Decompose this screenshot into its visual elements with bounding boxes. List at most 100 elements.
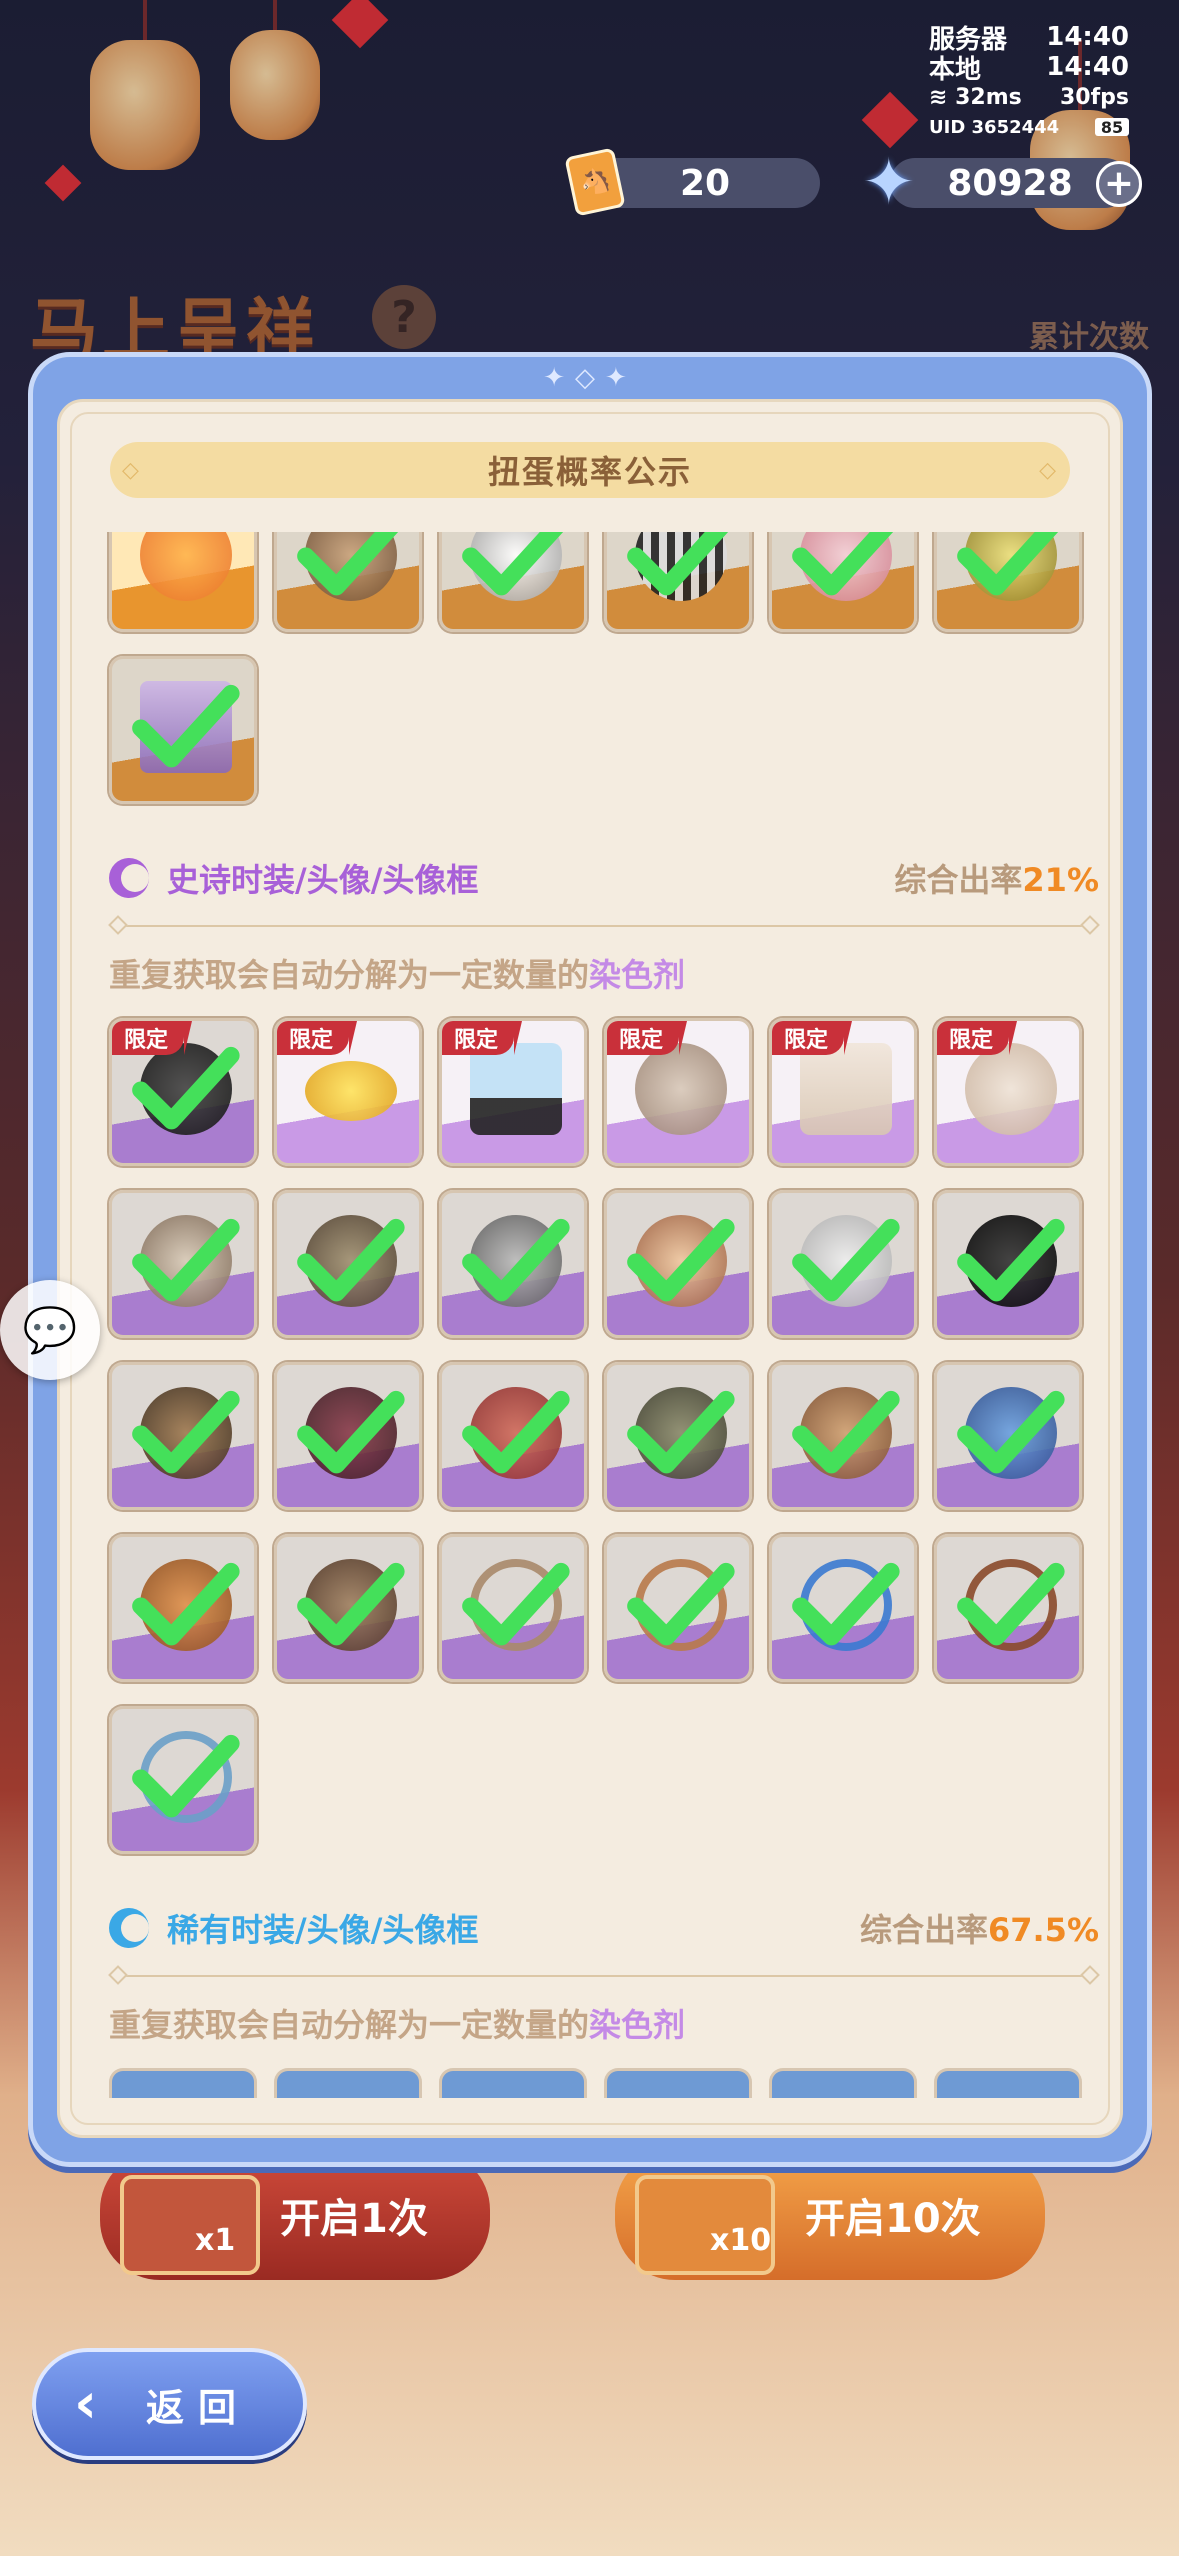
reward-card[interactable] bbox=[604, 2068, 752, 2098]
limited-badge: 限定 bbox=[937, 1021, 1018, 1055]
reward-card[interactable] bbox=[934, 1534, 1082, 1682]
wifi-icon: ≋ bbox=[929, 84, 956, 110]
reward-card[interactable] bbox=[769, 1190, 917, 1338]
ticket-count: 20 bbox=[679, 162, 731, 204]
help-icon[interactable]: ? bbox=[372, 285, 436, 349]
check-icon bbox=[792, 1218, 900, 1302]
bear-head-item bbox=[635, 1043, 727, 1135]
cumulative-count-label: 累计次数 bbox=[1029, 320, 1149, 355]
check-icon bbox=[627, 1390, 735, 1474]
rare-note: 重复获取会自动分解为一定数量的染色剂 bbox=[109, 2000, 1099, 2046]
reward-card[interactable] bbox=[604, 1362, 752, 1510]
reward-card[interactable]: 限定 bbox=[604, 1018, 752, 1166]
check-icon bbox=[132, 1390, 240, 1474]
reward-card[interactable]: 限定 bbox=[109, 1018, 257, 1166]
reward-card[interactable] bbox=[274, 1362, 422, 1510]
reward-card[interactable] bbox=[109, 1534, 257, 1682]
limited-badge: 限定 bbox=[277, 1021, 358, 1055]
reward-card[interactable] bbox=[274, 1534, 422, 1682]
reward-card[interactable] bbox=[604, 1190, 752, 1338]
back-arrow-icon: ‹ bbox=[74, 2371, 112, 2436]
check-icon bbox=[627, 1218, 735, 1302]
rare-rate-label: 综合出率 bbox=[859, 1911, 988, 1949]
star-count: 80928 bbox=[947, 162, 1073, 204]
rare-rate-value: 67.5% bbox=[987, 1911, 1099, 1949]
check-icon bbox=[462, 1562, 570, 1646]
reward-card[interactable]: 限定 bbox=[274, 1018, 422, 1166]
add-currency-button[interactable]: + bbox=[1096, 161, 1142, 207]
section-divider bbox=[108, 1965, 1100, 1986]
back-button[interactable]: ‹ 返回 bbox=[32, 2348, 307, 2460]
check-icon bbox=[297, 532, 399, 596]
rare-section-title: 稀有时装/头像/头像框 bbox=[167, 1911, 479, 1949]
reward-card[interactable] bbox=[439, 1362, 587, 1510]
ticket-balance: 20 bbox=[590, 158, 820, 208]
open-ten-button[interactable]: x10 开启10次 bbox=[615, 2150, 1045, 2280]
reward-card[interactable] bbox=[769, 2068, 917, 2098]
knot-decoration bbox=[331, 0, 389, 49]
fps: 30fps bbox=[1059, 84, 1129, 110]
check-icon bbox=[132, 1046, 240, 1130]
rare-grid bbox=[109, 2068, 1099, 2098]
check-icon bbox=[792, 1390, 900, 1474]
open-once-qty: x1 bbox=[195, 2223, 236, 2258]
reward-card[interactable]: 限定 bbox=[934, 1018, 1082, 1166]
server-time: 14:40 bbox=[1046, 22, 1129, 52]
probability-list[interactable]: 史诗时装/头像/头像框 综合出率21% 重复获取会自动分解为一定数量的染色剂 限… bbox=[60, 532, 1120, 2105]
open-once-button[interactable]: x1 开启1次 bbox=[100, 2150, 490, 2280]
modal-title: 扭蛋概率公示 bbox=[487, 453, 692, 491]
check-icon bbox=[627, 1562, 735, 1646]
reward-card[interactable]: 限定 bbox=[439, 1018, 587, 1166]
reward-card[interactable] bbox=[109, 532, 257, 632]
lantern-decoration bbox=[230, 30, 320, 140]
reward-card[interactable] bbox=[109, 1706, 257, 1854]
reward-card[interactable] bbox=[439, 1534, 587, 1682]
reward-card[interactable] bbox=[274, 2068, 422, 2098]
legendary-grid bbox=[109, 532, 1099, 804]
reward-card[interactable] bbox=[274, 1190, 422, 1338]
epic-section-header: 史诗时装/头像/头像框 综合出率21% bbox=[109, 850, 1099, 906]
check-icon bbox=[132, 684, 240, 768]
reward-card[interactable] bbox=[769, 1534, 917, 1682]
knot-decoration bbox=[44, 164, 82, 202]
reward-card[interactable] bbox=[769, 1362, 917, 1510]
reward-card[interactable] bbox=[439, 1190, 587, 1338]
moon-icon bbox=[109, 858, 149, 898]
check-icon bbox=[132, 1218, 240, 1302]
epic-rate-label: 综合出率 bbox=[894, 861, 1023, 899]
epic-grid: 限定 限定 限定 限定 限定 限定 bbox=[109, 1018, 1099, 1854]
reward-card[interactable]: 限定 bbox=[769, 1018, 917, 1166]
reward-card[interactable] bbox=[274, 532, 422, 632]
reward-card[interactable] bbox=[604, 1534, 752, 1682]
reward-card[interactable] bbox=[439, 532, 587, 632]
check-icon bbox=[792, 1562, 900, 1646]
outfit-item bbox=[470, 1043, 562, 1135]
epic-note: 重复获取会自动分解为一定数量的染色剂 bbox=[109, 950, 1099, 996]
dye-highlight: 染色剂 bbox=[589, 956, 686, 994]
note-text: 重复获取会自动分解为一定数量的 bbox=[109, 956, 590, 994]
check-icon bbox=[957, 532, 1059, 596]
check-icon bbox=[297, 1390, 405, 1474]
reward-card[interactable] bbox=[109, 2068, 257, 2098]
chat-bubble-icon[interactable]: 💬 bbox=[0, 1280, 100, 1380]
note-text: 重复获取会自动分解为一定数量的 bbox=[109, 2006, 590, 2044]
uid: UID 3652444 bbox=[929, 116, 1060, 138]
reward-card[interactable] bbox=[439, 2068, 587, 2098]
reward-card[interactable] bbox=[934, 1362, 1082, 1510]
modal-ornament: ✦◇✦ bbox=[543, 363, 637, 393]
limited-badge: 限定 bbox=[772, 1021, 853, 1055]
probability-modal: ✦◇✦ ◇ 扭蛋概率公示 ◇ 史诗时装/头像/头像框 综合出率21% 重复获取会… bbox=[28, 352, 1152, 2167]
reward-card[interactable] bbox=[109, 1362, 257, 1510]
reward-card[interactable] bbox=[109, 1190, 257, 1338]
reward-card[interactable] bbox=[604, 532, 752, 632]
epic-section-title: 史诗时装/头像/头像框 bbox=[167, 861, 479, 899]
reward-card[interactable] bbox=[109, 656, 257, 804]
reward-card[interactable] bbox=[769, 532, 917, 632]
modal-content: ◇ 扭蛋概率公示 ◇ 史诗时装/头像/头像框 综合出率21% 重复获取会自动分解… bbox=[57, 399, 1123, 2138]
reward-card[interactable] bbox=[934, 2068, 1082, 2098]
reward-card[interactable] bbox=[934, 532, 1082, 632]
check-icon bbox=[462, 532, 564, 596]
open-once-label: 开启1次 bbox=[280, 2196, 428, 2242]
reward-card[interactable] bbox=[934, 1190, 1082, 1338]
knot-decoration bbox=[861, 91, 919, 149]
